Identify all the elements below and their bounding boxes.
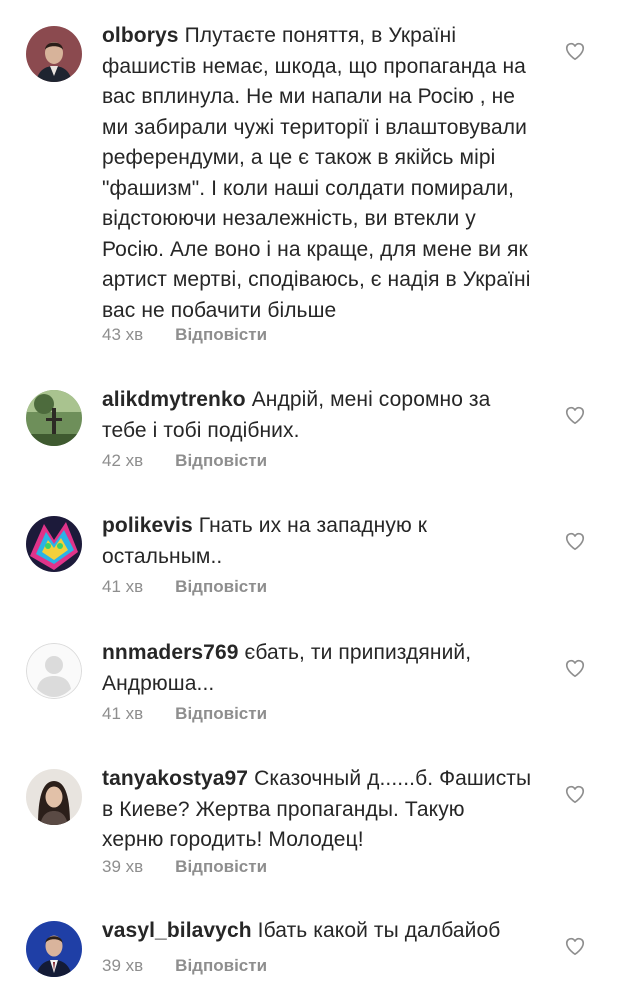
- reply-button[interactable]: Відповісти: [175, 704, 267, 723]
- comment-meta: 39 хв Відповісти: [102, 857, 267, 877]
- comment-time: 41 хв: [102, 704, 144, 723]
- reply-button[interactable]: Відповісти: [175, 956, 267, 975]
- comment-username[interactable]: olborys: [102, 24, 179, 47]
- heart-icon[interactable]: [564, 404, 586, 426]
- comment-username[interactable]: alikdmytrenko: [102, 388, 246, 411]
- comment-meta: 39 хв Відповісти: [102, 956, 267, 976]
- comment-time: 41 хв: [102, 577, 144, 596]
- comment-username[interactable]: tanyakostya97: [102, 767, 248, 790]
- comment-text-block: olborys Плутаєте поняття, в Україні фашис…: [102, 21, 532, 326]
- comment-meta: 41 хв Відповісти: [102, 704, 267, 724]
- avatar[interactable]: [26, 390, 82, 446]
- reply-button[interactable]: Відповісти: [175, 325, 267, 344]
- comment-time: 39 хв: [102, 857, 144, 876]
- reply-button[interactable]: Відповісти: [175, 451, 267, 470]
- comment-username[interactable]: polikevis: [102, 514, 193, 537]
- comment-time: 42 хв: [102, 451, 144, 470]
- comment-username[interactable]: vasyl_bilavych: [102, 919, 252, 942]
- comment-text-block: tanyakostya97 Сказочный д......б. Фашисты…: [102, 764, 532, 856]
- avatar[interactable]: [26, 26, 82, 82]
- heart-icon[interactable]: [564, 783, 586, 805]
- avatar[interactable]: [26, 921, 82, 977]
- heart-icon[interactable]: [564, 657, 586, 679]
- heart-icon[interactable]: [564, 935, 586, 957]
- comment-time: 43 хв: [102, 325, 144, 344]
- comment-text-block: alikdmytrenko Андрій, мені соромно за теб…: [102, 385, 532, 446]
- comment-meta: 41 хв Відповісти: [102, 577, 267, 597]
- comment-meta: 42 хв Відповісти: [102, 451, 267, 471]
- comment-text-block: vasyl_bilavych Ібать какой ты далбайоб: [102, 916, 532, 947]
- reply-button[interactable]: Відповісти: [175, 857, 267, 876]
- comment-text-block: nnmaders769 єбать, ти припиздяний, Андрюш…: [102, 638, 532, 699]
- heart-icon[interactable]: [564, 40, 586, 62]
- comment-time: 39 хв: [102, 956, 144, 975]
- heart-icon[interactable]: [564, 530, 586, 552]
- comment-username[interactable]: nnmaders769: [102, 641, 239, 664]
- reply-button[interactable]: Відповісти: [175, 577, 267, 596]
- comment-body: Плутаєте поняття, в Україні фашистів нем…: [102, 24, 531, 322]
- avatar[interactable]: [26, 516, 82, 572]
- comment-body: Ібать какой ты далбайоб: [257, 919, 501, 942]
- comment-text-block: polikevis Гнать их на западную к остальны…: [102, 511, 532, 572]
- comment-meta: 43 хв Відповісти: [102, 325, 267, 345]
- avatar[interactable]: [26, 769, 82, 825]
- avatar[interactable]: [26, 643, 82, 699]
